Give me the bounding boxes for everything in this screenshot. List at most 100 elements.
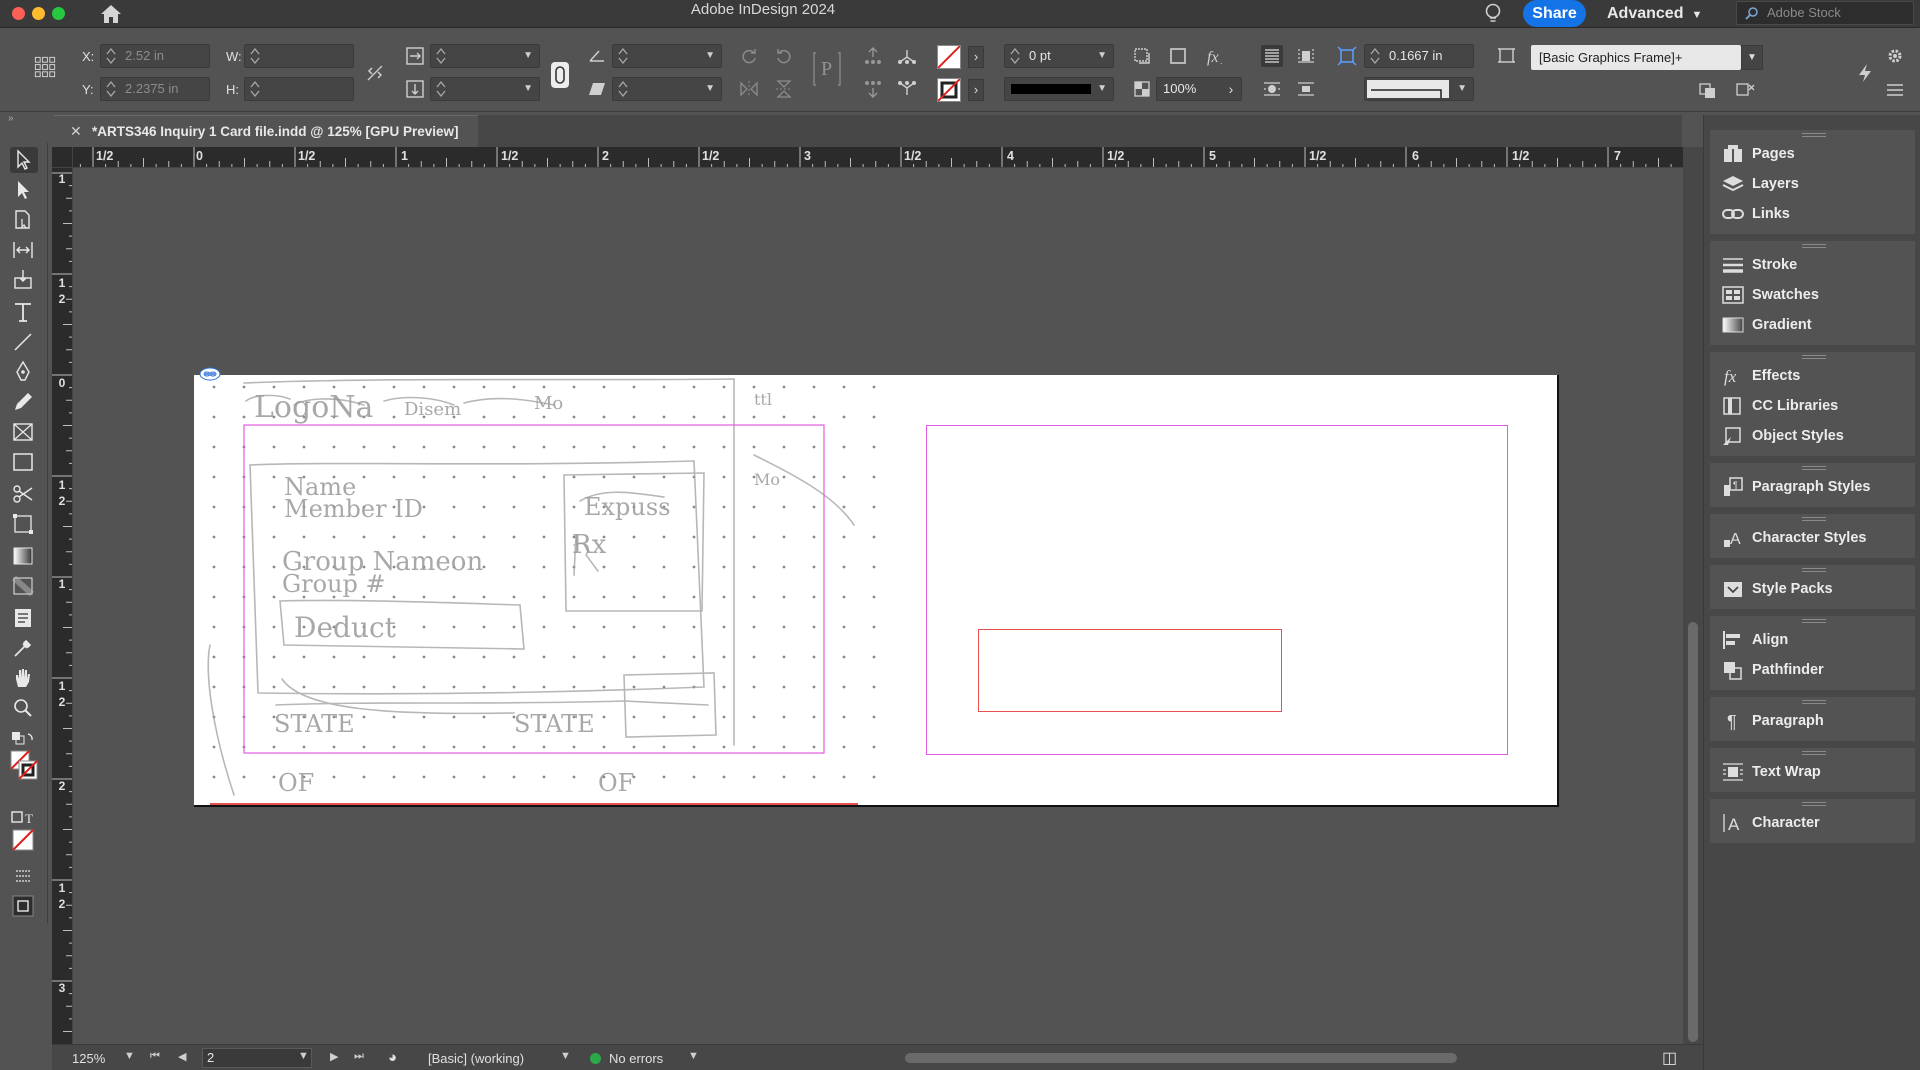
panel-pathfinder[interactable]: Pathfinder <box>1710 655 1915 685</box>
page-number-field[interactable]: 2 <box>202 1048 312 1068</box>
stepper-icon[interactable] <box>1370 47 1380 65</box>
chevron-down-icon[interactable]: ▼ <box>124 1050 135 1062</box>
content-collector-icon[interactable] <box>10 267 38 293</box>
scale-x-field[interactable]: ▼ <box>430 44 540 68</box>
ruler-origin[interactable] <box>52 147 73 168</box>
panel-menu-icon[interactable] <box>1884 79 1906 101</box>
zoom-level[interactable]: 125% <box>72 1051 105 1066</box>
panel-swatches[interactable]: Swatches <box>1710 280 1915 310</box>
fill-swatch[interactable] <box>937 45 961 69</box>
stepper-icon[interactable] <box>106 80 116 98</box>
clear-overrides-icon[interactable] <box>1697 79 1719 101</box>
preflight-icon[interactable]: ◕ <box>388 1049 397 1066</box>
panel-character-styles[interactable]: A Character Styles <box>1710 523 1915 553</box>
empty-rectangle-frame[interactable] <box>978 629 1282 712</box>
stepper-icon[interactable] <box>436 47 446 65</box>
select-container-icon[interactable] <box>862 45 884 67</box>
chevron-down-icon[interactable]: ▼ <box>523 78 533 100</box>
panel-pages[interactable]: Pages <box>1710 139 1915 169</box>
view-mode-icon[interactable] <box>10 893 38 919</box>
panel-cc-libraries[interactable]: CC Libraries <box>1710 391 1915 421</box>
flip-vertical-icon[interactable] <box>773 78 795 100</box>
panel-style-packs[interactable]: Style Packs <box>1710 574 1915 604</box>
selection-tool-icon[interactable] <box>10 147 38 173</box>
scissors-tool-icon[interactable] <box>10 481 38 507</box>
object-style-dropdown[interactable]: [Basic Graphics Frame]+ <box>1531 45 1741 70</box>
panel-grip-icon[interactable] <box>1802 802 1826 806</box>
last-page-icon[interactable]: ⏭ <box>354 1050 364 1063</box>
scale-y-field[interactable]: ▼ <box>430 77 540 101</box>
chevron-down-icon[interactable]: ▼ <box>1457 78 1467 100</box>
hand-tool-icon[interactable] <box>10 665 38 691</box>
next-page-icon[interactable]: ▶ <box>330 1050 338 1063</box>
stepper-icon[interactable] <box>436 80 446 98</box>
panel-layers[interactable]: Layers <box>1710 169 1915 199</box>
height-field[interactable] <box>244 77 354 101</box>
chevron-down-icon[interactable]: ▼ <box>298 1050 309 1062</box>
panel-grip-icon[interactable] <box>1802 355 1826 359</box>
select-previous-object-icon[interactable] <box>896 45 918 67</box>
chevron-down-icon[interactable]: ▼ <box>705 45 715 67</box>
panel-grip-icon[interactable] <box>1802 619 1826 623</box>
default-fill-stroke-icon[interactable] <box>10 727 38 747</box>
collapse-left-panel-icon[interactable]: » <box>8 113 14 124</box>
panel-grip-icon[interactable] <box>1802 133 1826 137</box>
stepper-icon[interactable] <box>1010 47 1020 65</box>
panel-grip-icon[interactable] <box>1802 244 1826 248</box>
chevron-down-icon[interactable]: ▼ <box>1097 45 1107 67</box>
page-right[interactable] <box>876 375 1559 805</box>
jump-object-icon[interactable] <box>1295 78 1317 100</box>
panel-grip-icon[interactable] <box>1802 466 1826 470</box>
clear-non-defined-icon[interactable] <box>1734 79 1756 101</box>
flip-horizontal-icon[interactable] <box>738 78 760 100</box>
pasteboard[interactable]: LogoNa Disem Mo Name Member ID Group Nam… <box>73 168 1683 1044</box>
panel-text-wrap[interactable]: Text Wrap <box>1710 757 1915 787</box>
chevron-down-icon[interactable]: ▼ <box>523 45 533 67</box>
fill-stroke-swatch-icon[interactable] <box>10 749 38 783</box>
x-position-field[interactable]: 2.52 in <box>100 44 210 68</box>
apply-none-icon[interactable] <box>10 827 38 853</box>
panel-paragraph[interactable]: ¶ Paragraph <box>1710 706 1915 736</box>
rectangle-frame-tool-icon[interactable] <box>10 419 38 445</box>
effects-fx-icon[interactable]: fx. <box>1205 45 1227 67</box>
panel-character[interactable]: A Character <box>1710 808 1915 838</box>
stepper-icon[interactable] <box>618 47 628 65</box>
panel-links[interactable]: Links <box>1710 199 1915 229</box>
corner-shape-dropdown[interactable]: ▼ <box>1364 77 1474 101</box>
formatting-affects-container-icon[interactable]: T <box>10 805 38 826</box>
stroke-swatch[interactable] <box>937 78 961 102</box>
panel-align[interactable]: Align <box>1710 625 1915 655</box>
frame-fitting-icon[interactable] <box>1336 45 1358 67</box>
pen-tool-icon[interactable] <box>10 359 38 385</box>
stroke-swatch-menu-arrow[interactable]: › <box>968 79 984 101</box>
panel-grip-icon[interactable] <box>1802 568 1826 572</box>
rotate-cw-icon[interactable] <box>738 45 760 67</box>
stepper-icon[interactable] <box>250 80 260 98</box>
split-layout-icon[interactable]: ◫ <box>1662 1048 1677 1068</box>
panel-object-styles[interactable]: Object Styles <box>1710 421 1915 451</box>
panel-grip-icon[interactable] <box>1802 517 1826 521</box>
stepper-icon[interactable] <box>250 47 260 65</box>
gear-icon[interactable] <box>1884 45 1906 67</box>
preflight-status[interactable]: No errors <box>609 1051 663 1066</box>
panel-gradient[interactable]: Gradient <box>1710 310 1915 340</box>
rotation-angle-field[interactable]: ▼ <box>612 44 722 68</box>
gradient-feather-tool-icon[interactable] <box>10 573 38 599</box>
vertical-ruler[interactable]: 1 1 2 0 1 2 1 1 2 2 1 2 3 <box>52 168 73 1044</box>
free-transform-tool-icon[interactable] <box>10 511 38 537</box>
workspace-switcher[interactable]: Advanced ▼ <box>1607 2 1702 26</box>
stepper-icon[interactable] <box>106 47 116 65</box>
line-tool-icon[interactable] <box>10 329 38 355</box>
document-tab[interactable]: ✕ *ARTS346 Inquiry 1 Card file.indd @ 12… <box>54 115 478 147</box>
type-tool-icon[interactable] <box>10 299 38 325</box>
zoom-tool-icon[interactable] <box>10 695 38 721</box>
panel-effects[interactable]: fx Effects <box>1710 361 1915 391</box>
offset-field[interactable]: 0.1667 in <box>1364 44 1474 68</box>
direct-selection-tool-icon[interactable] <box>10 177 38 203</box>
rectangle-tool-icon[interactable] <box>10 449 38 475</box>
constrain-proportions-icon[interactable] <box>364 62 386 84</box>
horizontal-scrollbar-thumb[interactable] <box>905 1053 1457 1063</box>
preflight-profile[interactable]: [Basic] (working) <box>428 1051 524 1066</box>
frame-shape-icon[interactable] <box>1167 45 1189 67</box>
stroke-type-dropdown[interactable]: ▼ <box>1004 77 1114 101</box>
